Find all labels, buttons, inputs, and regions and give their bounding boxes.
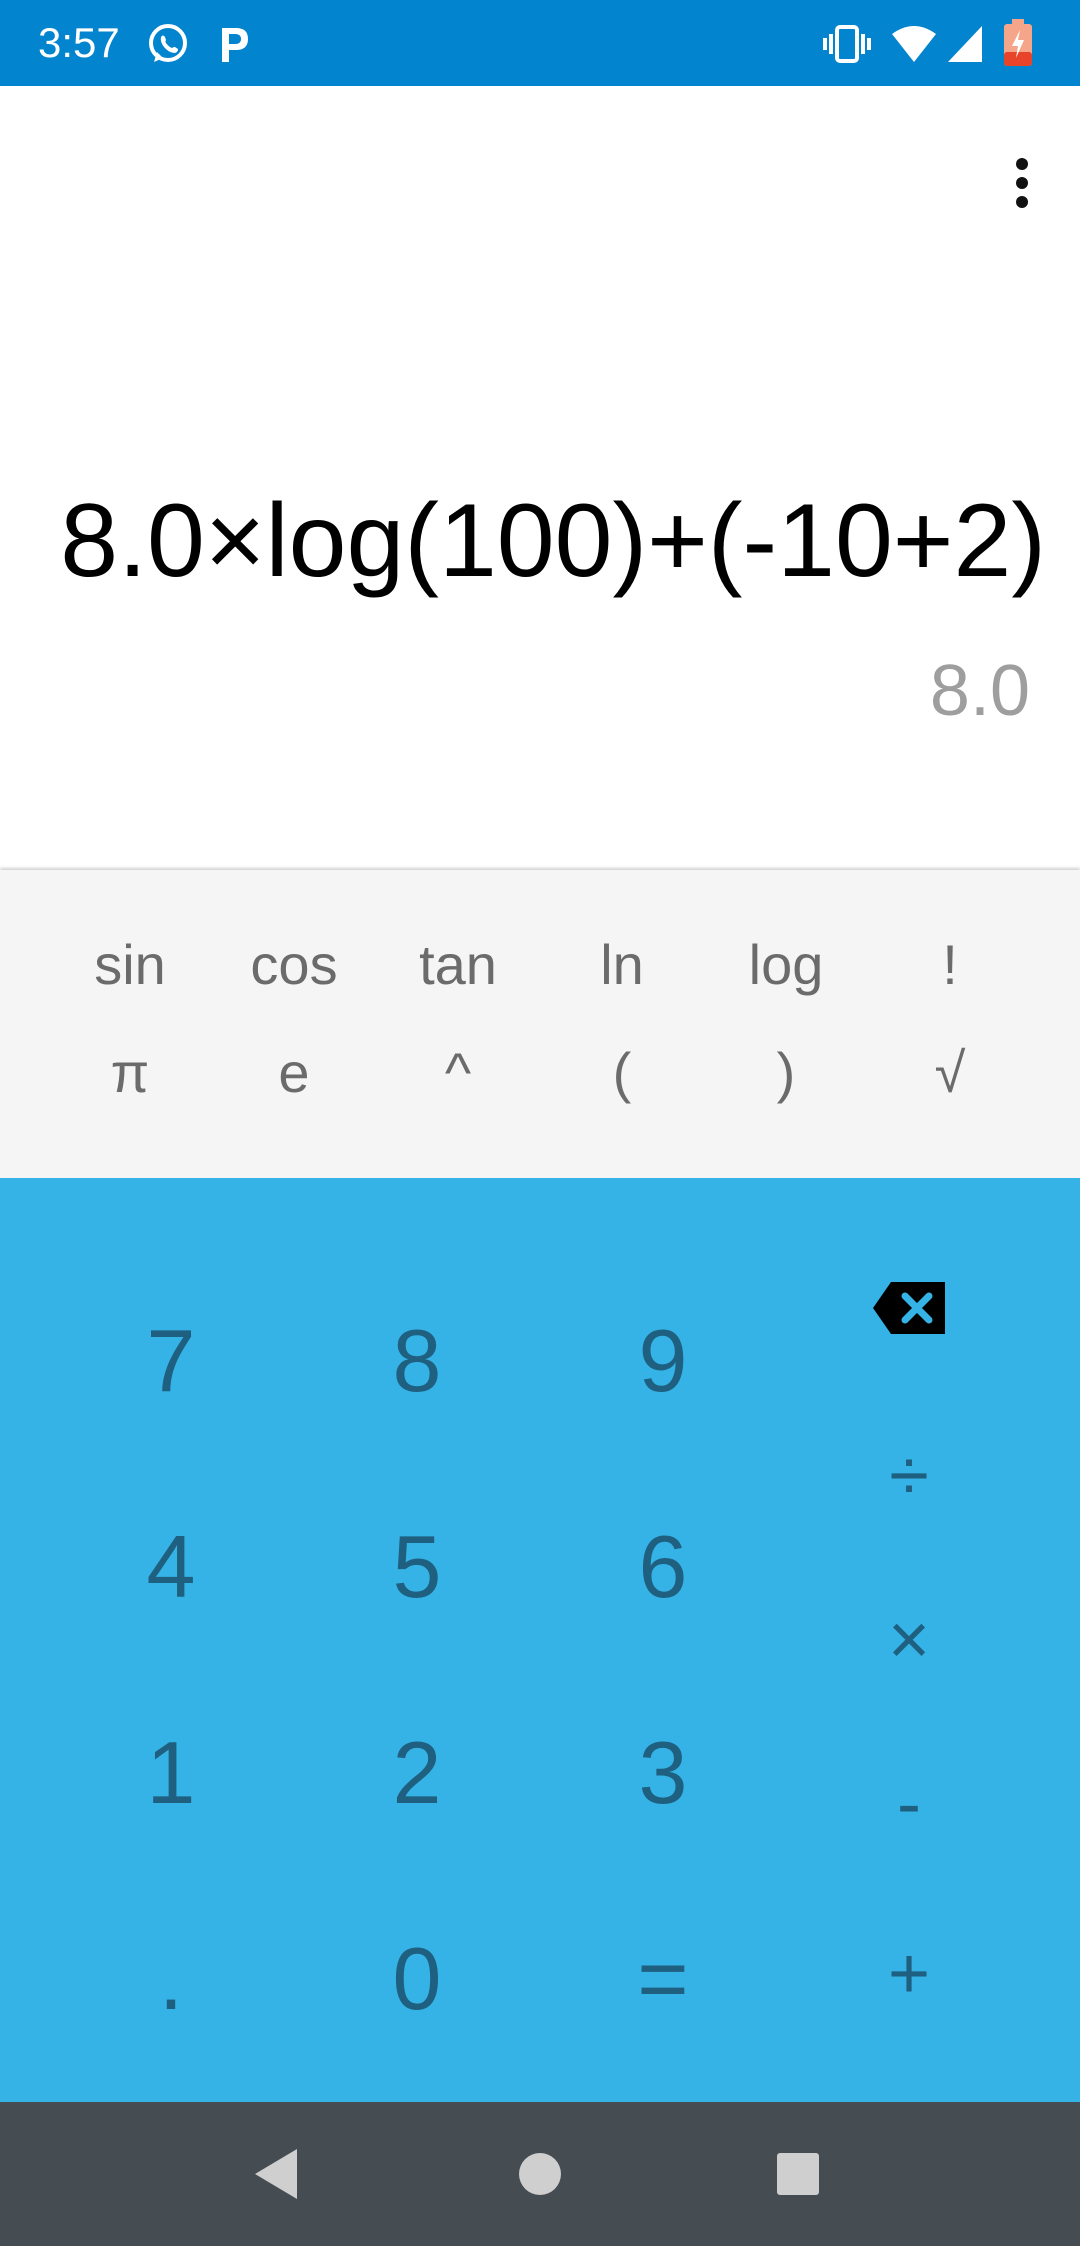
sin-button[interactable]: sin: [48, 910, 212, 1018]
digit-7-button[interactable]: 7: [48, 1258, 294, 1464]
digit-6-button[interactable]: 6: [540, 1464, 786, 1670]
status-bar: 3:57: [0, 0, 1080, 86]
cell-signal-icon: [946, 24, 984, 64]
status-time: 3:57: [38, 19, 120, 66]
result-preview: 8.0: [929, 651, 1030, 731]
divide-button[interactable]: ÷: [816, 1416, 1002, 1536]
digit-3-button[interactable]: 3: [540, 1670, 786, 1876]
digit-4-button[interactable]: 4: [48, 1464, 294, 1670]
euler-button[interactable]: e: [212, 1018, 376, 1126]
tan-button[interactable]: tan: [376, 910, 540, 1018]
decimal-point-button[interactable]: .: [48, 1876, 294, 2082]
power-button[interactable]: ^: [376, 1018, 540, 1126]
keypad: 7 8 9 4 5 6 1 2 3 . 0 = ÷ × - +: [0, 1178, 1080, 2102]
digit-9-button[interactable]: 9: [540, 1258, 786, 1464]
whatsapp-icon: [146, 22, 190, 66]
vibrate-icon: [822, 24, 872, 64]
scientific-panel: sin cos tan ln log ! π e ^ ( ) √: [0, 870, 1080, 1178]
add-button[interactable]: +: [816, 1914, 1002, 2034]
expression-display[interactable]: 8.0×log(100)+(-10+2): [30, 476, 1046, 606]
factorial-button[interactable]: !: [868, 910, 1032, 1018]
backspace-icon[interactable]: [816, 1248, 1002, 1368]
back-icon[interactable]: [236, 2134, 316, 2214]
calculator-display: 8.0×log(100)+(-10+2) 8.0: [0, 86, 1080, 870]
close-paren-button[interactable]: ): [704, 1018, 868, 1126]
open-paren-button[interactable]: (: [540, 1018, 704, 1126]
log-button[interactable]: log: [704, 910, 868, 1018]
pi-button[interactable]: π: [48, 1018, 212, 1126]
ln-button[interactable]: ln: [540, 910, 704, 1018]
recents-icon[interactable]: [758, 2134, 838, 2214]
digit-0-button[interactable]: 0: [294, 1876, 540, 2082]
navigation-bar: [0, 2102, 1080, 2246]
digit-5-button[interactable]: 5: [294, 1464, 540, 1670]
subtract-button[interactable]: -: [816, 1744, 1002, 1864]
wifi-icon: [890, 24, 938, 64]
more-vert-icon[interactable]: [992, 138, 1052, 228]
multiply-button[interactable]: ×: [816, 1580, 1002, 1700]
equals-button[interactable]: =: [540, 1876, 786, 2082]
sqrt-button[interactable]: √: [868, 1018, 1032, 1126]
battery-low-icon: [1002, 18, 1034, 68]
parking-app-icon: [216, 24, 252, 64]
digit-8-button[interactable]: 8: [294, 1258, 540, 1464]
home-icon[interactable]: [500, 2134, 580, 2214]
digit-2-button[interactable]: 2: [294, 1670, 540, 1876]
cos-button[interactable]: cos: [212, 910, 376, 1018]
operator-column: ÷ × - +: [816, 1178, 1002, 2102]
digit-1-button[interactable]: 1: [48, 1670, 294, 1876]
